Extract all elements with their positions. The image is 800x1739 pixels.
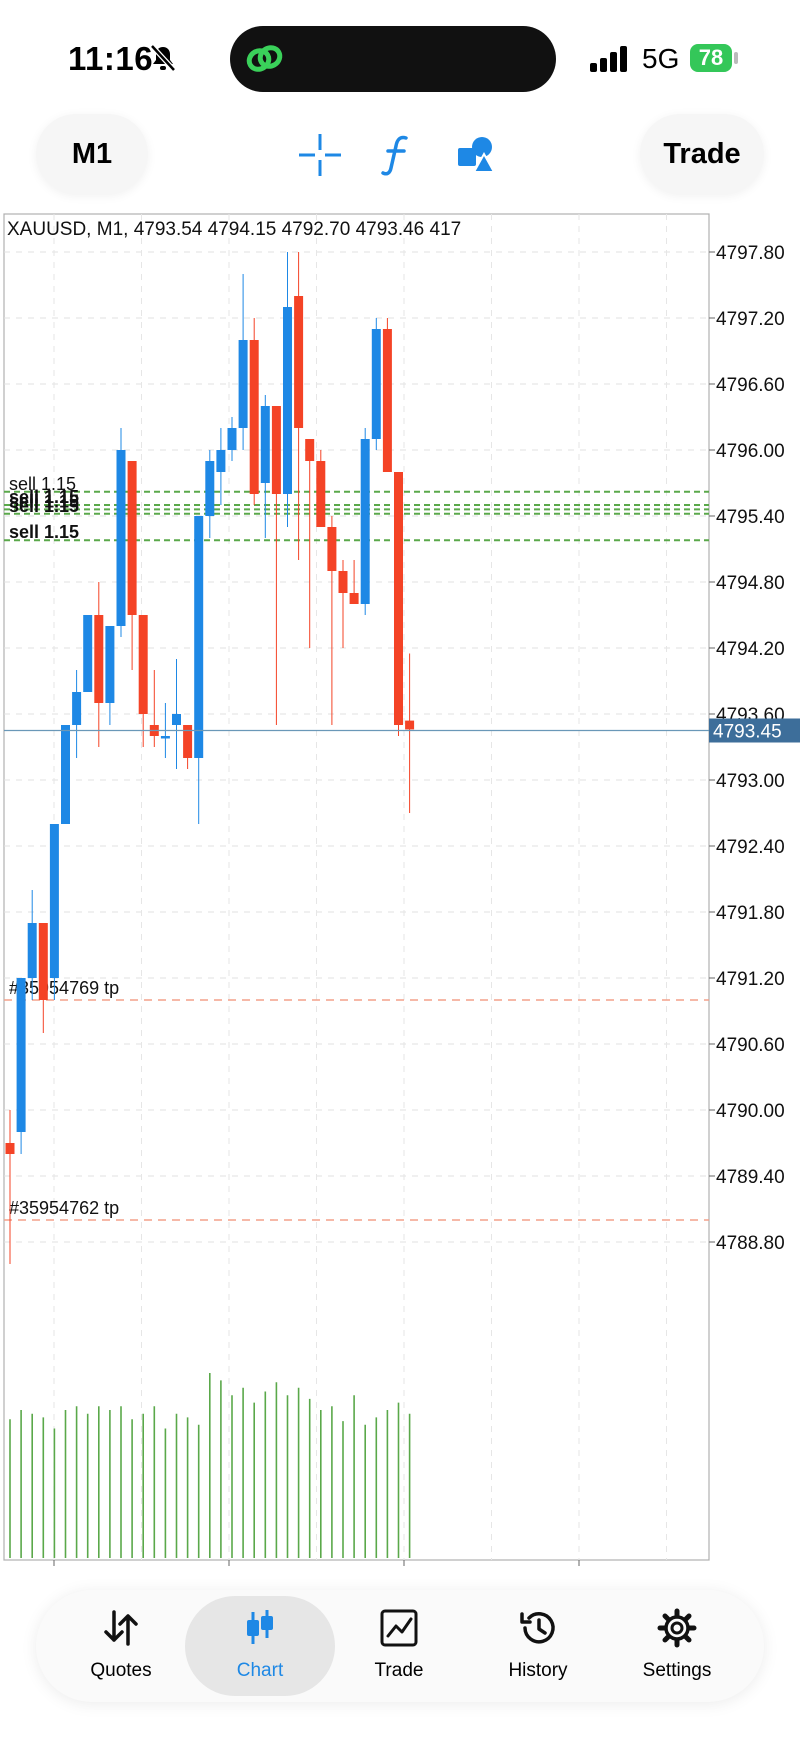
candle-body bbox=[327, 527, 337, 571]
bottom-tab-bar: Quotes Chart Trade History Settings bbox=[36, 1590, 764, 1702]
tab-chart[interactable]: Chart bbox=[185, 1596, 335, 1696]
candle-body bbox=[138, 615, 148, 714]
tab-history[interactable]: History bbox=[463, 1596, 613, 1696]
crosshair-icon[interactable] bbox=[295, 130, 345, 180]
candle-body bbox=[405, 720, 415, 730]
candle-body bbox=[394, 472, 403, 725]
price-chart[interactable]: 4797.80 4797.20 4796.60 4796.00 4795.40 4794.… bbox=[0, 210, 800, 1570]
order-line-label: sell 1.15 bbox=[9, 522, 79, 542]
candle-body bbox=[227, 428, 237, 450]
candle-body bbox=[194, 516, 204, 758]
tab-history-label: History bbox=[508, 1660, 568, 1681]
timeframe-button[interactable]: M1 bbox=[36, 114, 148, 194]
y-tick-label: 4795.40 bbox=[716, 507, 785, 528]
y-tick-label: 4792.40 bbox=[716, 837, 785, 858]
tab-chart-label: Chart bbox=[236, 1660, 284, 1681]
tab-trade[interactable]: Trade bbox=[324, 1596, 474, 1696]
trade-chart-icon bbox=[380, 1609, 418, 1647]
y-tick-label: 4788.80 bbox=[716, 1233, 785, 1254]
candle-body bbox=[38, 923, 48, 1000]
tab-quotes[interactable]: Quotes bbox=[46, 1596, 196, 1696]
candle-body bbox=[94, 615, 104, 703]
candle-body bbox=[127, 461, 137, 615]
current-price-label: 4793.45 bbox=[713, 722, 782, 743]
candle-body bbox=[371, 329, 381, 439]
network-type: 5G bbox=[642, 43, 680, 74]
candle-body bbox=[27, 923, 37, 978]
y-tick-label: 4791.20 bbox=[716, 969, 785, 990]
candle-body bbox=[105, 626, 115, 703]
chart-toolbar: M1 Trade bbox=[0, 110, 800, 210]
candle-body bbox=[61, 725, 70, 824]
y-tick-label: 4796.60 bbox=[716, 375, 785, 396]
candlestick-icon bbox=[247, 1610, 273, 1644]
battery-icon: 78 bbox=[690, 44, 732, 72]
y-tick-label: 4790.00 bbox=[716, 1101, 785, 1122]
indicators-function-icon[interactable] bbox=[372, 130, 422, 180]
link-rings-icon bbox=[246, 45, 283, 72]
y-tick-label: 4793.00 bbox=[716, 771, 785, 792]
y-tick-label: 4794.20 bbox=[716, 639, 785, 660]
tab-quotes-label: Quotes bbox=[90, 1660, 152, 1681]
cellular-signal-icon bbox=[590, 46, 627, 72]
candle-body bbox=[271, 406, 281, 494]
tab-settings[interactable]: Settings bbox=[602, 1596, 752, 1696]
candle-body bbox=[49, 824, 59, 978]
candle-body bbox=[283, 307, 292, 494]
candle-body bbox=[5, 1143, 15, 1154]
candle-body bbox=[249, 340, 259, 494]
candle-body bbox=[360, 439, 370, 604]
gear-icon bbox=[657, 1608, 697, 1648]
candle-body bbox=[216, 450, 226, 472]
candle-body bbox=[260, 406, 270, 483]
candle-body bbox=[172, 714, 181, 725]
y-tick-label: 4794.80 bbox=[716, 573, 785, 594]
candle-body bbox=[72, 692, 82, 725]
y-tick-label: 4791.80 bbox=[716, 903, 785, 924]
tab-trade-label: Trade bbox=[374, 1660, 424, 1681]
candle-body bbox=[83, 615, 93, 692]
trade-button[interactable]: Trade bbox=[640, 114, 764, 194]
candle-body bbox=[316, 461, 326, 527]
candle-body bbox=[205, 461, 215, 516]
bell-slash-icon bbox=[150, 44, 176, 72]
candle-body bbox=[382, 329, 392, 472]
dynamic-island bbox=[230, 26, 556, 92]
status-time: 11:16 bbox=[68, 40, 154, 77]
y-tick-label: 4790.60 bbox=[716, 1035, 785, 1056]
status-bar: 11:16 5G 78 bbox=[0, 0, 800, 110]
chart-canvas[interactable]: 4797.80 4797.20 4796.60 4796.00 4795.40 4794.… bbox=[0, 210, 800, 1570]
candle-body bbox=[16, 978, 26, 1132]
y-tick-label: 4796.00 bbox=[716, 441, 785, 462]
candle-body bbox=[305, 439, 315, 461]
history-clock-icon bbox=[520, 1612, 555, 1644]
y-tick-label: 4797.80 bbox=[716, 243, 785, 264]
quotes-arrows-icon bbox=[104, 1610, 138, 1646]
candle-body bbox=[349, 593, 359, 604]
tab-settings-label: Settings bbox=[642, 1660, 712, 1681]
battery-tip bbox=[734, 52, 738, 64]
chart-frame bbox=[3, 213, 710, 1561]
candle-body bbox=[116, 450, 126, 626]
candle-body bbox=[238, 340, 248, 428]
candle-body bbox=[338, 571, 348, 593]
objects-shapes-icon[interactable] bbox=[452, 130, 502, 180]
y-tick-label: 4789.40 bbox=[716, 1167, 785, 1188]
candle-body bbox=[160, 736, 170, 739]
order-line-label: sell 1.15 bbox=[9, 496, 79, 516]
y-tick-label: 4797.20 bbox=[716, 309, 785, 330]
battery-level: 78 bbox=[698, 45, 724, 70]
tp-line-label: #35954762 tp bbox=[9, 1198, 119, 1218]
chart-title: XAUUSD, M1, 4793.54 4794.15 4792.70 4793… bbox=[7, 219, 461, 240]
candle-body bbox=[294, 296, 304, 428]
